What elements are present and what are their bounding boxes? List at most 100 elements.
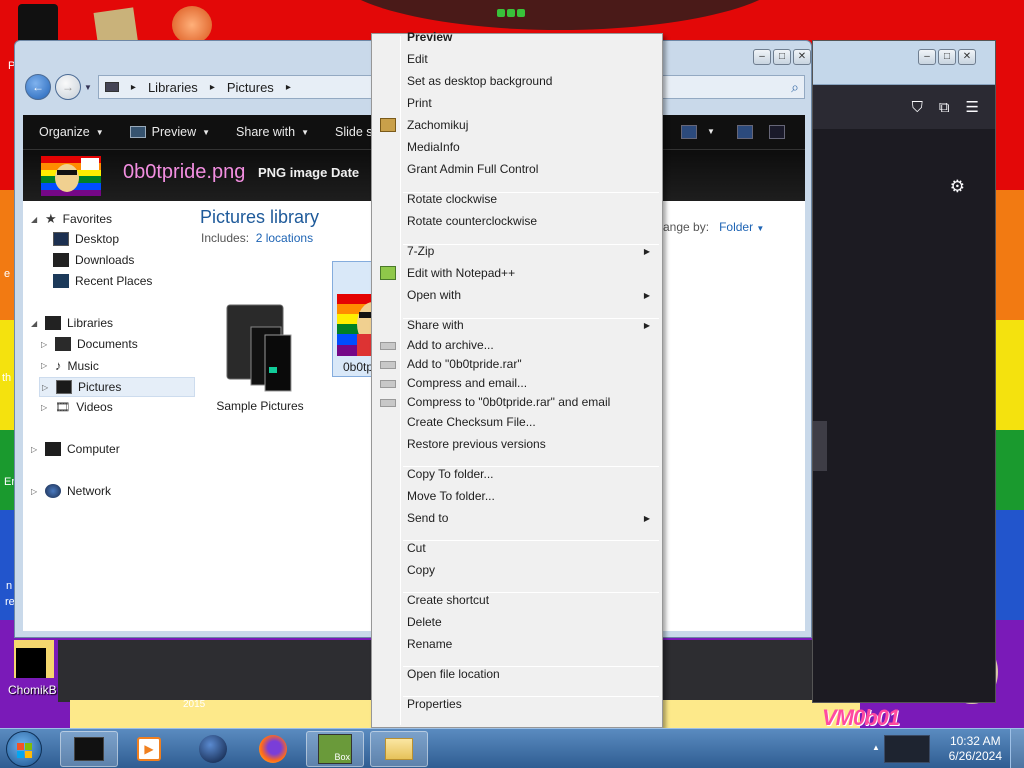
app-icon[interactable] <box>172 6 212 44</box>
expand-triangle-icon[interactable]: ▷ <box>42 383 50 392</box>
extensions-icon[interactable]: ⧉ <box>939 99 950 116</box>
menu-item[interactable]: Copy To folder... <box>374 464 660 484</box>
firefox-scrollbar-thumb[interactable] <box>813 421 827 471</box>
firefox-window-controls[interactable]: – □ ✕ <box>918 49 976 65</box>
breadcrumb-libraries[interactable]: Libraries <box>148 80 198 95</box>
close-icon[interactable]: ✕ <box>958 49 976 65</box>
menu-item[interactable]: Open with ▶ <box>374 285 660 305</box>
recycle-bin-icon[interactable] <box>18 4 58 42</box>
menu-item[interactable]: Edit <box>374 49 660 69</box>
menu-item[interactable]: Add to "0b0tpride.rar" <box>374 354 660 374</box>
menu-item[interactable]: Compress to "0b0tpride.rar" and email <box>374 392 660 412</box>
collapse-triangle-icon[interactable]: ◢ <box>31 215 39 224</box>
menu-item[interactable]: Move To folder... <box>374 486 660 506</box>
menu-item[interactable]: Print <box>374 93 660 113</box>
slideshow-button[interactable]: Slide s <box>335 125 373 139</box>
menu-item[interactable]: Grant Admin Full Control <box>374 159 660 179</box>
nav-documents[interactable]: ▷ Documents <box>41 337 138 351</box>
menu-item[interactable]: Add to archive... <box>374 335 660 355</box>
menu-item[interactable]: Preview <box>374 27 660 47</box>
gear-icon[interactable]: ⚙ <box>950 177 965 197</box>
forward-arrow-icon[interactable]: → <box>55 74 81 100</box>
winrar-icon <box>380 361 396 369</box>
recent-pages-chevron-icon[interactable]: ▼ <box>84 83 92 92</box>
nav-music[interactable]: ▷ ♪ Music <box>41 358 99 373</box>
firefox-window[interactable]: – □ ✕ ⛉ ⧉ ☰ ⚙ <box>812 40 996 703</box>
breadcrumb-separator[interactable]: ▸ <box>210 82 215 93</box>
menu-icon[interactable]: ☰ <box>966 98 979 116</box>
menu-item[interactable]: Send to ▶ <box>374 508 660 528</box>
menu-item[interactable]: Create shortcut <box>374 590 660 610</box>
chomik-desktop-icon[interactable] <box>14 640 54 678</box>
clock[interactable]: 10:32 AM 6/26/2024 <box>949 734 1002 764</box>
menu-item[interactable]: Edit with Notepad++ <box>374 263 660 283</box>
maximize-icon[interactable]: □ <box>938 49 956 65</box>
maximize-icon[interactable]: □ <box>773 49 791 65</box>
nav-downloads[interactable]: Downloads <box>53 253 134 267</box>
show-desktop-button[interactable] <box>1010 729 1024 768</box>
nav-computer[interactable]: ▷ Computer <box>31 442 120 456</box>
menu-item-label: Restore previous versions <box>407 437 546 451</box>
nav-recent-places[interactable]: Recent Places <box>53 274 152 288</box>
preview-button[interactable]: Preview ▼ <box>129 125 210 139</box>
minimize-icon[interactable]: – <box>753 49 771 65</box>
close-icon[interactable]: ✕ <box>793 49 811 65</box>
start-button[interactable] <box>6 731 42 767</box>
expand-triangle-icon[interactable]: ▷ <box>31 445 39 454</box>
taskbar-media-player-button[interactable]: ▶ <box>120 731 178 767</box>
expand-triangle-icon[interactable]: ▷ <box>41 403 49 412</box>
arrange-by-dropdown[interactable]: Folder <box>719 220 753 234</box>
breadcrumb-separator[interactable]: ▸ <box>131 82 136 93</box>
menu-item[interactable]: Restore previous versions <box>374 434 660 454</box>
search-icon[interactable]: ⌕ <box>791 79 799 96</box>
taskbar-firefox-button[interactable] <box>244 731 302 767</box>
menu-item[interactable]: Compress and email... <box>374 373 660 393</box>
system-tray: ▲ 10:32 AM 6/26/2024 <box>864 729 1024 768</box>
preview-pane-icon[interactable] <box>737 125 753 139</box>
nav-pictures[interactable]: ▷ Pictures <box>39 377 195 397</box>
menu-item[interactable]: Rotate counterclockwise <box>374 211 660 231</box>
menu-item[interactable]: Rename <box>374 634 660 654</box>
tray-expand-icon[interactable]: ▲ <box>872 743 880 752</box>
nav-videos[interactable]: ▷ 🎞 Videos <box>41 400 113 414</box>
taskbar-box-button[interactable]: Box <box>306 731 364 767</box>
back-arrow-icon[interactable]: ← <box>25 74 51 100</box>
help-icon[interactable] <box>769 125 785 139</box>
desktop-icon-label[interactable]: ChomikB <box>8 683 57 697</box>
share-with-button[interactable]: Share with ▼ <box>236 125 309 139</box>
tray-app-icon[interactable] <box>884 735 930 763</box>
menu-item[interactable]: MediaInfo <box>374 137 660 157</box>
nav-favorites[interactable]: ◢ ★ Favorites <box>31 211 112 227</box>
breadcrumb-pictures[interactable]: Pictures <box>227 80 274 95</box>
taskbar-globe-button[interactable] <box>184 731 242 767</box>
expand-triangle-icon[interactable]: ▷ <box>41 361 49 370</box>
menu-item[interactable]: Copy <box>374 560 660 580</box>
menu-item[interactable]: Cut <box>374 538 660 558</box>
taskbar-explorer-button[interactable] <box>60 731 118 767</box>
breadcrumb-separator[interactable]: ▸ <box>286 82 291 93</box>
change-view-icon[interactable] <box>681 125 697 139</box>
menu-item[interactable]: Open file location <box>374 664 660 684</box>
taskbar-folder-button[interactable] <box>370 731 428 767</box>
organize-button[interactable]: Organize ▼ <box>39 125 104 139</box>
nav-network[interactable]: ▷ Network <box>31 484 111 498</box>
chevron-down-icon[interactable]: ▼ <box>707 127 715 136</box>
explorer-icon <box>74 737 104 761</box>
nav-desktop[interactable]: Desktop <box>53 232 119 246</box>
pocket-icon[interactable]: ⛉ <box>912 99 923 116</box>
menu-item[interactable]: Delete <box>374 612 660 632</box>
file-item-sample-pictures[interactable]: Sample Pictures <box>205 301 315 419</box>
preview-icon <box>129 126 146 138</box>
nav-libraries[interactable]: ◢ Libraries <box>31 316 113 330</box>
menu-item[interactable]: Create Checksum File... <box>374 412 660 432</box>
collapse-triangle-icon[interactable]: ◢ <box>31 319 39 328</box>
explorer-window-controls[interactable]: – □ ✕ <box>753 49 811 65</box>
chevron-down-icon[interactable]: ▼ <box>756 224 764 233</box>
minimize-icon[interactable]: – <box>918 49 936 65</box>
menu-item[interactable]: Properties <box>374 694 660 714</box>
expand-triangle-icon[interactable]: ▷ <box>41 340 49 349</box>
menu-item[interactable]: Set as desktop background <box>374 71 660 91</box>
menu-item[interactable]: Zachomikuj <box>374 115 660 135</box>
expand-triangle-icon[interactable]: ▷ <box>31 487 39 496</box>
includes-locations-link[interactable]: 2 locations <box>256 231 313 245</box>
